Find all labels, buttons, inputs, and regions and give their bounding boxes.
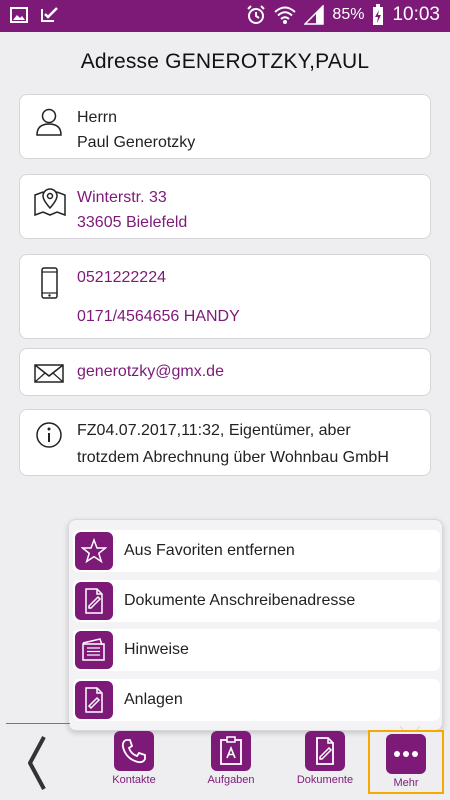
note-line-1: FZ04.07.2017,11:32, Eigentümer, aber [77, 422, 351, 439]
alarm-icon [246, 5, 266, 25]
nav-label: Dokumente [296, 774, 354, 786]
page-title: Adresse GENEROTZKY,PAUL [80, 50, 370, 73]
nav-mehr[interactable]: Mehr [368, 730, 444, 794]
note-card: FZ04.07.2017,11:32, Eigentümer, aber tro… [19, 409, 431, 476]
note-line-2: trotzdem Abrechnung über Wohnbau GmbH [77, 449, 389, 466]
phone-link-1[interactable]: 0521222224 [77, 258, 420, 297]
mobile-phone-icon [34, 267, 64, 299]
city-link[interactable]: 33605 Bielefeld [77, 210, 420, 235]
notes-icon [75, 631, 113, 669]
attachment-icon [75, 681, 113, 719]
phone-link-2[interactable]: 0171/4564656 HANDY [77, 297, 420, 336]
nav-dokumente[interactable]: Dokumente [288, 731, 362, 793]
clipboard-icon [211, 731, 251, 771]
divider [6, 723, 70, 724]
email-card[interactable]: generotzky@gmx.de [19, 348, 431, 396]
email-link[interactable]: generotzky@gmx.de [77, 359, 420, 384]
gallery-icon [10, 6, 28, 24]
menu-item-documents-address[interactable]: Dokumente Anschreibenadresse [73, 580, 440, 622]
chevron-left-icon [28, 736, 46, 790]
menu-item-label: Hinweise [124, 641, 189, 658]
nav-label: Kontakte [112, 774, 156, 786]
document-edit-icon [75, 582, 113, 620]
nav-label: Mehr [393, 777, 419, 789]
info-icon [34, 420, 64, 450]
envelope-icon [34, 358, 64, 388]
menu-item-remove-favorite[interactable]: Aus Favoriten entfernen [73, 530, 440, 572]
menu-item-label: Dokumente Anschreibenadresse [124, 592, 356, 609]
street-link[interactable]: Winterstr. 33 [77, 185, 420, 210]
nav-kontakte[interactable]: Kontakte [97, 731, 171, 793]
name-card: Herrn Paul Generotzky [19, 94, 431, 159]
status-bar: 85% 10:03 [0, 0, 450, 32]
battery-percent: 85% [332, 6, 365, 23]
task-check-icon [40, 6, 60, 24]
phone-card: 0521222224 0171/4564656 HANDY [19, 254, 431, 339]
menu-item-notes[interactable]: Hinweise [73, 629, 440, 671]
back-button[interactable] [22, 735, 52, 791]
map-pin-icon [34, 187, 66, 217]
salutation-text: Herrn [77, 109, 118, 126]
contact-name: Paul Generotzky [77, 134, 196, 151]
signal-icon [304, 5, 325, 25]
menu-item-label: Anlagen [124, 691, 183, 708]
nav-label: Aufgaben [207, 774, 255, 786]
clock-time: 10:03 [392, 4, 440, 25]
menu-item-label: Aus Favoriten entfernen [124, 542, 295, 559]
address-card[interactable]: Winterstr. 33 33605 Bielefeld [19, 174, 431, 239]
battery-charging-icon [372, 4, 384, 26]
nav-aufgaben[interactable]: Aufgaben [194, 731, 268, 793]
phone-contacts-icon [114, 731, 154, 771]
menu-item-attachments[interactable]: Anlagen [73, 679, 440, 721]
more-menu-popup: Aus Favoriten entfernen Dokumente Anschr… [68, 519, 443, 731]
wifi-icon [274, 5, 297, 25]
document-icon [305, 731, 345, 771]
person-icon [34, 107, 64, 137]
more-dots-icon [386, 734, 426, 774]
star-icon [75, 532, 113, 570]
